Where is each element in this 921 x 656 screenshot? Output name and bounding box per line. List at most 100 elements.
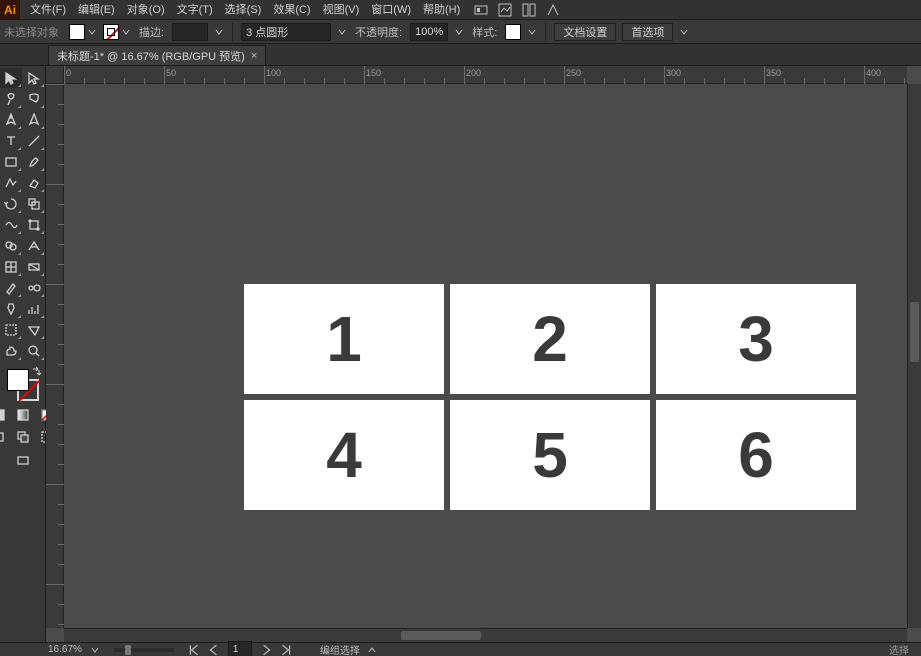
arrange-documents-icon[interactable] bbox=[522, 3, 536, 17]
eyedropper-tool[interactable] bbox=[0, 278, 22, 298]
ruler-tick-label: 150 bbox=[366, 68, 381, 78]
selection-tool[interactable] bbox=[0, 68, 22, 88]
symbol-sprayer-tool[interactable] bbox=[0, 299, 22, 319]
stroke-dropdown-icon[interactable] bbox=[121, 27, 131, 37]
menu-window[interactable]: 窗口(W) bbox=[365, 0, 417, 20]
graphic-style-swatch[interactable] bbox=[505, 24, 521, 40]
stroke-weight-field[interactable] bbox=[172, 23, 208, 41]
last-artboard-icon[interactable] bbox=[280, 645, 292, 655]
ruler-tick-label: 200 bbox=[466, 68, 481, 78]
zoom-level-label[interactable]: 16.67% bbox=[48, 644, 82, 655]
opacity-field[interactable]: 100% bbox=[410, 23, 448, 41]
artboard-1[interactable]: 1 bbox=[244, 284, 444, 394]
canvas-viewport[interactable]: 1 2 3 4 5 6 bbox=[64, 84, 907, 628]
document-tab-title: 未标题-1* @ 16.67% (RGB/GPU 预览) bbox=[57, 48, 245, 64]
shape-builder-tool[interactable] bbox=[0, 236, 22, 256]
lasso-tool[interactable] bbox=[23, 89, 45, 109]
draw-normal-icon[interactable] bbox=[0, 427, 10, 447]
magic-wand-tool[interactable] bbox=[0, 89, 22, 109]
artboard-4[interactable]: 4 bbox=[244, 400, 444, 510]
first-artboard-icon[interactable] bbox=[188, 645, 200, 655]
artboard-grid: 1 2 3 4 5 6 bbox=[244, 284, 856, 510]
eraser-tool[interactable] bbox=[23, 173, 45, 193]
ruler-origin[interactable] bbox=[46, 66, 64, 84]
menu-select[interactable]: 选择(S) bbox=[219, 0, 268, 20]
horizontal-scrollbar[interactable] bbox=[64, 628, 907, 642]
app-logo: Ai bbox=[0, 0, 20, 20]
fill-stroke-control[interactable] bbox=[5, 367, 41, 403]
screen-mode-icon[interactable] bbox=[12, 451, 34, 471]
color-mode-icon[interactable] bbox=[0, 407, 10, 423]
paintbrush-tool[interactable] bbox=[23, 152, 45, 172]
menu-object[interactable]: 对象(O) bbox=[121, 0, 171, 20]
gradient-tool[interactable] bbox=[23, 257, 45, 277]
zoom-tool[interactable] bbox=[23, 341, 45, 361]
menu-file[interactable]: 文件(F) bbox=[24, 0, 72, 20]
slice-tool[interactable] bbox=[23, 320, 45, 340]
menu-edit[interactable]: 编辑(E) bbox=[72, 0, 121, 20]
fill-dropdown-icon[interactable] bbox=[87, 27, 97, 37]
vertical-ruler[interactable] bbox=[46, 84, 64, 628]
artboard-2[interactable]: 2 bbox=[450, 284, 650, 394]
fill-swatch[interactable] bbox=[69, 24, 85, 40]
menu-effect[interactable]: 效果(C) bbox=[267, 0, 316, 20]
status-flyout-icon[interactable] bbox=[368, 646, 376, 654]
column-graph-tool[interactable] bbox=[23, 299, 45, 319]
rotate-tool[interactable] bbox=[0, 194, 22, 214]
free-transform-tool[interactable] bbox=[23, 215, 45, 235]
direct-selection-tool[interactable] bbox=[23, 68, 45, 88]
pen-tool[interactable] bbox=[0, 110, 22, 130]
artboard-5[interactable]: 5 bbox=[450, 400, 650, 510]
bridge-icon[interactable] bbox=[474, 3, 488, 17]
artboard-tool[interactable] bbox=[0, 320, 22, 340]
brush-dropdown-icon[interactable] bbox=[337, 27, 347, 37]
perspective-grid-tool[interactable] bbox=[23, 236, 45, 256]
rectangle-tool[interactable] bbox=[0, 152, 22, 172]
scale-tool[interactable] bbox=[23, 194, 45, 214]
swap-fill-stroke-icon[interactable] bbox=[31, 367, 41, 377]
document-tab[interactable]: 未标题-1* @ 16.67% (RGB/GPU 预览) × bbox=[48, 45, 266, 65]
menu-type[interactable]: 文字(T) bbox=[171, 0, 219, 20]
vertical-scrollbar-thumb[interactable] bbox=[910, 302, 919, 362]
next-artboard-icon[interactable] bbox=[260, 645, 272, 655]
draw-behind-icon[interactable] bbox=[12, 427, 34, 447]
type-tool[interactable] bbox=[0, 131, 22, 151]
artboard-number-field[interactable]: 1 bbox=[228, 641, 252, 656]
document-setup-button[interactable]: 文档设置 bbox=[554, 23, 616, 41]
gradient-mode-icon[interactable] bbox=[12, 407, 34, 423]
tools-panel bbox=[0, 66, 46, 642]
zoom-dropdown-icon[interactable] bbox=[90, 645, 100, 655]
default-fill-stroke-icon[interactable] bbox=[5, 393, 15, 403]
blend-tool[interactable] bbox=[23, 278, 45, 298]
ruler-tick-label: 250 bbox=[566, 68, 581, 78]
stroke-weight-dropdown-icon[interactable] bbox=[214, 27, 224, 37]
hand-tool[interactable] bbox=[0, 341, 22, 361]
opacity-dropdown-icon[interactable] bbox=[454, 27, 464, 37]
close-tab-icon[interactable]: × bbox=[251, 50, 257, 62]
menu-help[interactable]: 帮助(H) bbox=[417, 0, 466, 20]
artboard-6[interactable]: 6 bbox=[656, 400, 856, 510]
curvature-tool[interactable] bbox=[23, 110, 45, 130]
horizontal-scrollbar-thumb[interactable] bbox=[401, 631, 481, 640]
opacity-label: 不透明度: bbox=[353, 24, 404, 40]
line-segment-tool[interactable] bbox=[23, 131, 45, 151]
gpu-icon[interactable] bbox=[546, 3, 560, 17]
prev-artboard-icon[interactable] bbox=[208, 645, 220, 655]
artboard-3[interactable]: 3 bbox=[656, 284, 856, 394]
divider bbox=[545, 23, 546, 41]
fill-color-box[interactable] bbox=[7, 369, 29, 391]
shaper-tool[interactable] bbox=[0, 173, 22, 193]
mesh-tool[interactable] bbox=[0, 257, 22, 277]
menu-bar: Ai 文件(F) 编辑(E) 对象(O) 文字(T) 选择(S) 效果(C) 视… bbox=[0, 0, 921, 20]
style-dropdown-icon[interactable] bbox=[527, 27, 537, 37]
preferences-button[interactable]: 首选项 bbox=[622, 23, 673, 41]
width-tool[interactable] bbox=[0, 215, 22, 235]
zoom-slider[interactable] bbox=[114, 648, 174, 652]
vertical-scrollbar[interactable] bbox=[907, 84, 921, 628]
horizontal-ruler[interactable]: 050100150200250300350400 bbox=[64, 66, 907, 84]
menu-view[interactable]: 视图(V) bbox=[317, 0, 366, 20]
stroke-swatch[interactable] bbox=[103, 24, 119, 40]
brush-definition-field[interactable]: 3 点圆形 bbox=[241, 23, 331, 41]
preferences-dropdown-icon[interactable] bbox=[679, 27, 689, 37]
stock-icon[interactable] bbox=[498, 3, 512, 17]
